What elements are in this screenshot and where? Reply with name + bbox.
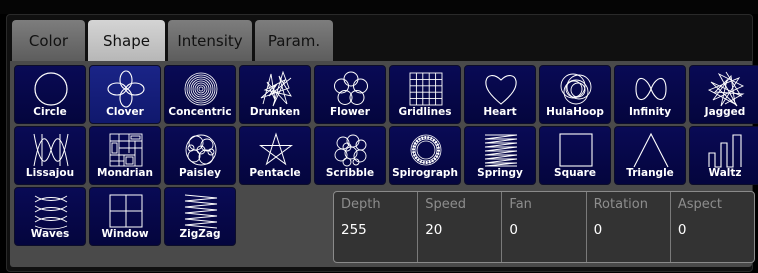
heart-icon (485, 75, 517, 105)
shape-button-triangle[interactable]: Triangle (614, 126, 686, 185)
shape-label: Springy (477, 167, 523, 179)
tab-bar: Color Shape Intensity Param. (12, 20, 333, 61)
shape-label: Window (101, 228, 149, 240)
param-fan[interactable]: Fan 0 (502, 192, 587, 262)
shape-label: Pentacle (249, 167, 301, 179)
parameter-panel: Depth 255 Speed 20 Fan 0 Rotation 0 Aspe… (333, 191, 755, 263)
paisley-icon (185, 134, 217, 166)
hulahoop-icon (560, 73, 592, 105)
waves-icon (34, 195, 68, 230)
shape-label: Square (554, 167, 596, 179)
shape-button-drunken[interactable]: Drunken (239, 65, 311, 124)
shape-label: Jagged (704, 106, 746, 118)
shape-button-hulahoop[interactable]: HulaHoop (539, 65, 611, 124)
infinity-icon (635, 77, 667, 101)
shape-button-window[interactable]: Window (89, 187, 161, 246)
param-depth[interactable]: Depth 255 (334, 192, 419, 262)
shape-label: Flower (330, 106, 370, 118)
shape-label: Triangle (626, 167, 674, 179)
shape-button-spirograph[interactable]: Spirograph (389, 126, 461, 185)
scribble-icon (334, 134, 367, 167)
shape-button-infinity[interactable]: Infinity (614, 65, 686, 124)
window-icon (109, 194, 143, 228)
shape-button-paisley[interactable]: Paisley (164, 126, 236, 185)
title-strip (0, 0, 758, 14)
shape-label: Heart (483, 106, 517, 118)
circle-icon (34, 72, 68, 106)
clover-icon (107, 70, 145, 108)
shape-button-concentric[interactable]: Concentric (164, 65, 236, 124)
concentric-icon (184, 72, 218, 106)
shape-button-zigzag[interactable]: ZigZag (164, 187, 236, 246)
jagged-icon (707, 71, 745, 107)
shape-button-circle[interactable]: Circle (14, 65, 86, 124)
pentacle-icon (258, 132, 294, 166)
waltz-icon (708, 134, 742, 168)
shape-label: Clover (106, 106, 144, 118)
shape-button-springy[interactable]: Springy (464, 126, 536, 185)
shape-label: HulaHoop (546, 106, 604, 118)
lissajou-icon (33, 133, 69, 167)
shape-label: ZigZag (179, 228, 221, 240)
param-value: 20 (425, 222, 443, 238)
shape-label: Waves (30, 228, 70, 240)
springy-icon (484, 134, 518, 167)
param-value: 0 (593, 222, 603, 238)
param-speed[interactable]: Speed 20 (418, 192, 503, 262)
shape-button-waves[interactable]: Waves (14, 187, 86, 246)
param-label: Aspect (677, 197, 722, 212)
shape-button-scribble[interactable]: Scribble (314, 126, 386, 185)
flower-icon (334, 71, 368, 105)
shape-button-square[interactable]: Square (539, 126, 611, 185)
shape-button-gridlines[interactable]: Gridlines (389, 65, 461, 124)
shape-label: Lissajou (25, 167, 75, 179)
shape-button-clover[interactable]: Clover (89, 65, 161, 124)
shape-button-pentacle[interactable]: Pentacle (239, 126, 311, 185)
triangle-icon (633, 132, 669, 168)
param-value: 0 (509, 222, 518, 238)
shape-label: Gridlines (398, 106, 452, 118)
param-label: Speed (425, 197, 466, 212)
tab-color[interactable]: Color (12, 20, 85, 61)
param-value: 255 (341, 222, 367, 238)
shape-label: Drunken (249, 106, 301, 118)
tab-intensity[interactable]: Intensity (168, 20, 252, 61)
tab-shape[interactable]: Shape (88, 20, 165, 61)
shape-button-flower[interactable]: Flower (314, 65, 386, 124)
shape-button-heart[interactable]: Heart (464, 65, 536, 124)
shape-label: Paisley (179, 167, 221, 179)
shape-label: Spirograph (392, 167, 458, 179)
shape-button-waltz[interactable]: Waltz (689, 126, 758, 185)
shape-label: Infinity (628, 106, 672, 118)
shape-button-jagged[interactable]: Jagged (689, 65, 758, 124)
tab-param[interactable]: Param. (255, 20, 333, 61)
zigzag-icon (184, 194, 218, 229)
shape-button-mondrian[interactable]: Mondrian (89, 126, 161, 185)
param-rotation[interactable]: Rotation 0 (587, 192, 671, 262)
shape-label: Mondrian (97, 167, 153, 179)
shape-label: Scribble (325, 167, 375, 179)
shape-button-lissajou[interactable]: Lissajou (14, 126, 86, 185)
shape-label: Circle (33, 106, 67, 118)
param-value: 0 (677, 222, 687, 238)
param-aspect[interactable]: Aspect 0 (671, 192, 754, 262)
spirograph-icon (410, 134, 442, 166)
param-label: Fan (509, 197, 532, 212)
gridlines-icon (409, 72, 443, 106)
param-label: Rotation (593, 197, 648, 212)
mondrian-icon (109, 133, 143, 167)
square-icon (559, 133, 593, 167)
shape-label: Waltz (708, 167, 742, 179)
drunken-icon (260, 70, 292, 107)
shape-label: Concentric (168, 106, 232, 118)
param-label: Depth (341, 197, 381, 212)
